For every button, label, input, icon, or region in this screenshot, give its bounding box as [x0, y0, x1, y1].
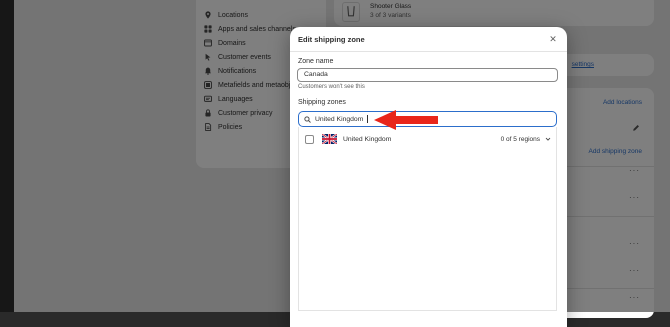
modal-header: Edit shipping zone ✕ [290, 27, 567, 52]
search-icon [304, 115, 311, 123]
country-checkbox[interactable] [305, 134, 314, 144]
country-name: United Kingdom [343, 135, 392, 143]
close-icon[interactable]: ✕ [548, 34, 558, 45]
search-value: United Kingdom [315, 115, 364, 123]
zone-name-input[interactable]: Canada [297, 68, 558, 82]
search-results-list: United Kingdom 0 of 5 regions [298, 127, 557, 311]
region-count: 0 of 5 regions [500, 135, 540, 143]
text-caret [367, 115, 369, 123]
shipping-zones-label: Shipping zones [298, 99, 346, 106]
chevron-down-icon[interactable] [544, 135, 552, 143]
list-item[interactable]: United Kingdom 0 of 5 regions [299, 131, 556, 147]
annotation-arrow-icon [374, 110, 438, 130]
zone-name-help-text: Customers won't see this [298, 84, 365, 90]
edit-shipping-zone-modal: Edit shipping zone ✕ Zone name Canada Cu… [290, 27, 567, 327]
modal-title: Edit shipping zone [298, 34, 365, 44]
uk-flag-icon [322, 134, 337, 144]
zone-name-label: Zone name [298, 58, 334, 65]
